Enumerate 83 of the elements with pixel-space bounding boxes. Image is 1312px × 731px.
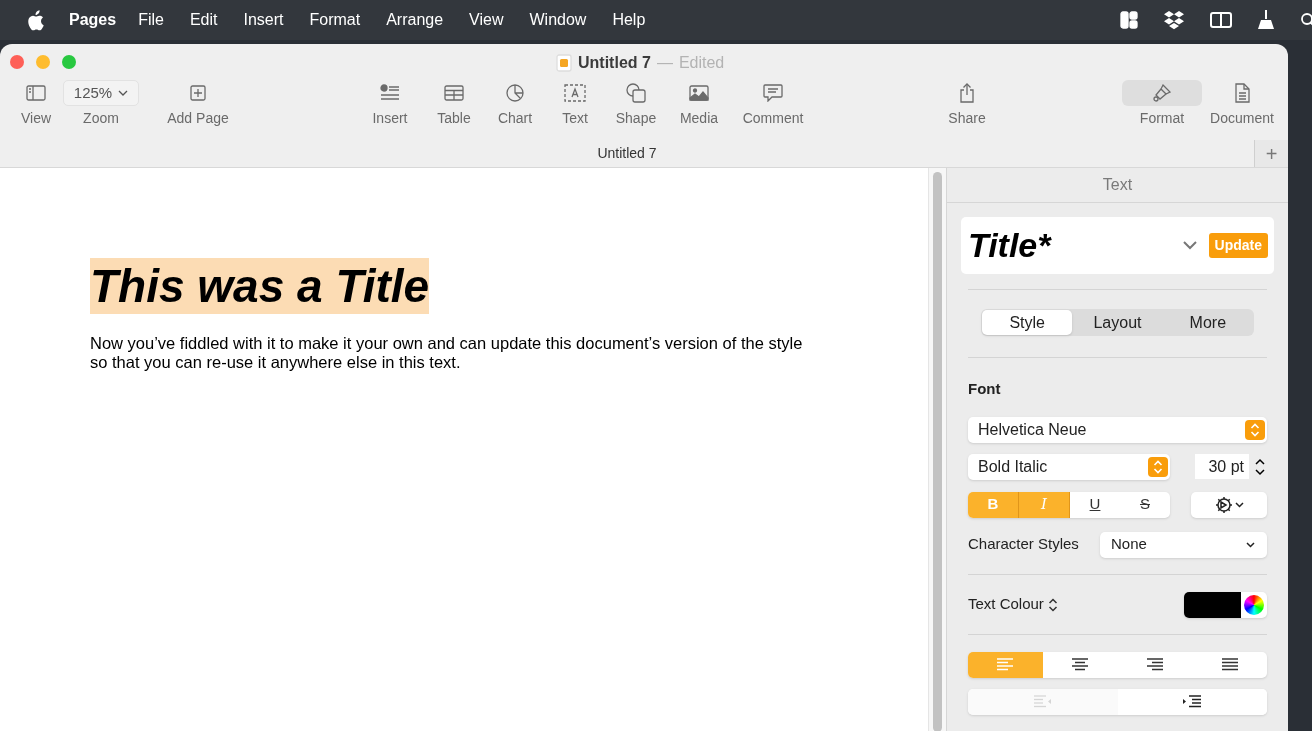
align-center-icon bbox=[1071, 658, 1090, 671]
align-justify-icon bbox=[1220, 658, 1239, 671]
title-separator: — bbox=[656, 53, 673, 73]
paragraph-style-card[interactable]: Title* Update bbox=[961, 217, 1274, 274]
broom-icon bbox=[1257, 10, 1275, 30]
menu-item[interactable]: Help bbox=[612, 8, 646, 32]
search-icon bbox=[1300, 12, 1312, 28]
toolbar-share-button[interactable]: Share bbox=[931, 80, 1003, 129]
outdent-icon bbox=[1032, 695, 1053, 708]
strike-button[interactable]: S bbox=[1120, 491, 1170, 518]
chevron-down-icon bbox=[1234, 501, 1244, 508]
up-down-arrows-icon bbox=[1245, 419, 1265, 440]
indent-button[interactable] bbox=[1117, 688, 1267, 715]
document-icon bbox=[1234, 83, 1250, 103]
menu-item[interactable]: Window bbox=[529, 8, 587, 32]
plus-square-icon bbox=[190, 85, 206, 101]
zoom-button[interactable] bbox=[62, 55, 76, 69]
paragraph-list-icon bbox=[380, 84, 400, 102]
toolbar-document-button[interactable]: Document bbox=[1202, 80, 1282, 129]
text-box-icon bbox=[564, 84, 586, 102]
toolbar-add-page-button[interactable]: Add Page bbox=[156, 80, 240, 129]
menu-item[interactable]: View bbox=[469, 8, 504, 32]
sidebar-header: Text bbox=[947, 168, 1288, 203]
toolbar-media-button[interactable]: Media bbox=[670, 80, 728, 129]
chevron-down-icon bbox=[118, 90, 129, 96]
font-size-field[interactable]: 30 pt bbox=[1195, 454, 1249, 479]
segment-tab[interactable]: More bbox=[1162, 310, 1253, 335]
close-button[interactable] bbox=[10, 55, 24, 69]
segment-tab[interactable]: Layout bbox=[1072, 310, 1163, 335]
paintbrush-icon bbox=[1152, 83, 1172, 103]
typeface-popup[interactable]: Bold Italic bbox=[968, 453, 1170, 480]
up-down-arrows-icon bbox=[1148, 456, 1168, 477]
align-left-icon bbox=[996, 658, 1015, 671]
box-stack-icon bbox=[1163, 10, 1185, 30]
toolbar-text-button[interactable]: Text bbox=[550, 80, 600, 129]
toolbar-table-button[interactable]: Table bbox=[426, 80, 482, 129]
sidebar-icon bbox=[26, 85, 46, 101]
menu-item[interactable]: Arrange bbox=[386, 8, 444, 32]
gear-icon bbox=[1214, 495, 1233, 514]
split-view-icon bbox=[1210, 12, 1232, 28]
table-icon bbox=[444, 85, 464, 101]
chevron-down-icon bbox=[1182, 241, 1197, 250]
new-tab-button[interactable]: + bbox=[1254, 140, 1288, 167]
scrollbar-thumb[interactable] bbox=[933, 172, 942, 731]
apple-logo-icon bbox=[26, 9, 44, 31]
edited-status: Edited bbox=[678, 53, 725, 73]
overlapping-squares-icon bbox=[626, 83, 646, 103]
character-styles-popup[interactable]: None bbox=[1100, 531, 1267, 558]
share-icon bbox=[958, 83, 976, 103]
advanced-options-button[interactable] bbox=[1191, 491, 1267, 518]
align-right-icon bbox=[1145, 658, 1164, 671]
segment-tab[interactable]: Style bbox=[982, 310, 1073, 335]
paragraph-style-name: Title* bbox=[968, 225, 1051, 266]
image-icon bbox=[689, 85, 709, 101]
field-label: Text Colour bbox=[968, 594, 1044, 615]
window-title: Untitled 7 bbox=[578, 53, 651, 73]
toolbar-chart-button[interactable]: Chart bbox=[487, 80, 543, 129]
document-tab[interactable]: Untitled 7 bbox=[0, 140, 1254, 167]
document-icon bbox=[556, 54, 572, 72]
chevron-down-icon bbox=[1246, 541, 1255, 548]
pie-chart-icon bbox=[506, 84, 524, 102]
menu-item[interactable]: Insert bbox=[243, 8, 284, 32]
toolbar-insert-button[interactable]: Insert bbox=[355, 80, 425, 129]
colour-wheel-icon[interactable] bbox=[1244, 594, 1264, 615]
app-menu[interactable]: Pages bbox=[69, 8, 117, 32]
colour-well[interactable] bbox=[1184, 591, 1267, 618]
menu-item[interactable]: Format bbox=[309, 8, 361, 32]
menu-item[interactable]: Edit bbox=[189, 8, 218, 32]
font-family-popup[interactable]: Helvetica Neue bbox=[968, 416, 1267, 443]
toolbar-shape-button[interactable]: Shape bbox=[607, 80, 665, 129]
underline-button[interactable]: U bbox=[1070, 491, 1120, 518]
document-title: This was a Title bbox=[90, 258, 430, 314]
field-label: Character Styles bbox=[968, 534, 1079, 555]
toolbar-comment-button[interactable]: Comment bbox=[733, 80, 813, 129]
zoom-popup[interactable]: 125% bbox=[62, 80, 140, 106]
window-layout-icon bbox=[1120, 11, 1138, 29]
body-paragraph: Now you’ve fiddled with it to make it your own and can update this document’s version of the style so that you can re-use it anywhere else in this text. bbox=[90, 334, 804, 372]
menu-item[interactable]: File bbox=[138, 8, 164, 32]
up-down-chevron-icon bbox=[1047, 597, 1058, 612]
speech-bubble-icon bbox=[763, 84, 783, 102]
section-heading: Font bbox=[968, 379, 1002, 399]
minimize-button[interactable] bbox=[36, 55, 50, 69]
indent-icon bbox=[1182, 695, 1203, 708]
